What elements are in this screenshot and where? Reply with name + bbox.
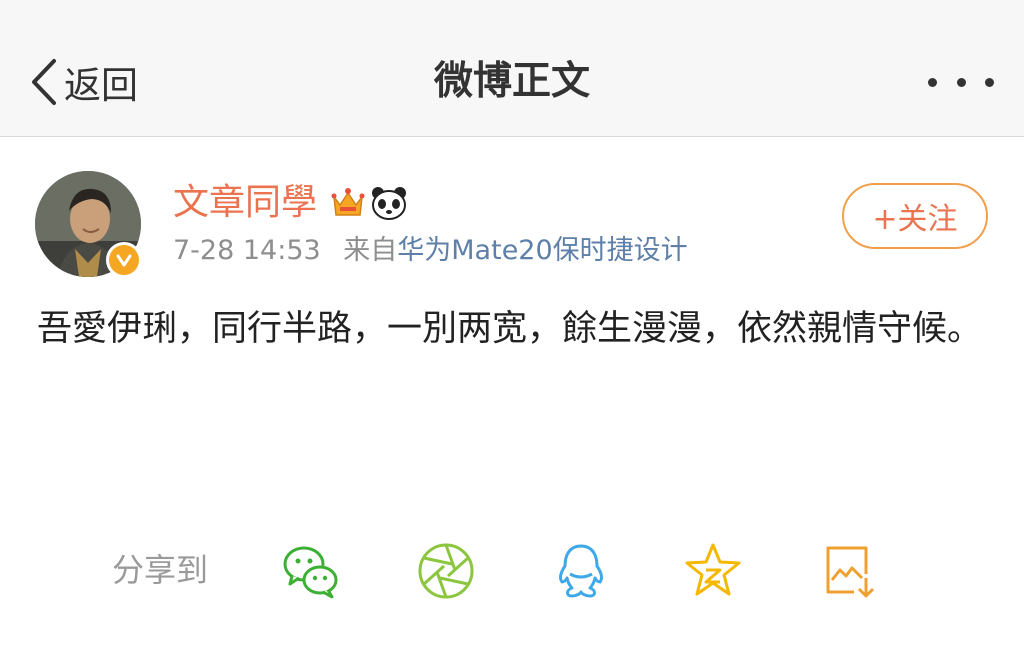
share-qzone-button[interactable] xyxy=(682,540,744,602)
moments-icon xyxy=(418,543,474,599)
post-text: 吾愛伊琍，同行半路，一別两宽，餘生漫漫，依然親情守候。 xyxy=(37,309,983,349)
qzone-icon xyxy=(685,543,741,596)
share-wechat-button[interactable] xyxy=(280,540,342,602)
navigation-bar: 返回 微博正文 xyxy=(0,0,1024,137)
more-options-button[interactable] xyxy=(928,68,994,96)
more-dot-icon xyxy=(956,77,966,87)
save-image-icon xyxy=(826,546,875,598)
verified-badge-icon xyxy=(106,242,142,278)
save-image-button[interactable] xyxy=(818,540,880,602)
more-dot-icon xyxy=(985,77,994,87)
source-prefix: 来自 xyxy=(343,235,398,266)
wechat-icon xyxy=(283,546,338,599)
page-title: 微博正文 xyxy=(433,59,590,104)
share-label: 分享到 xyxy=(112,551,209,589)
crown-icon[interactable] xyxy=(330,185,366,221)
post-meta: 7-28 14:53 来自华为Mate20保时捷设计 xyxy=(173,232,688,270)
username[interactable]: 文章同學 xyxy=(173,180,317,226)
follow-button[interactable]: +关注 xyxy=(842,183,988,249)
share-qq-button[interactable] xyxy=(550,540,612,602)
share-moments-button[interactable] xyxy=(415,540,477,602)
more-dot-icon xyxy=(928,77,937,87)
post-time: 7-28 14:53 xyxy=(173,235,321,266)
qq-icon xyxy=(559,544,603,598)
panda-icon[interactable] xyxy=(370,185,408,221)
source-link[interactable]: 华为Mate20保时捷设计 xyxy=(397,235,687,266)
